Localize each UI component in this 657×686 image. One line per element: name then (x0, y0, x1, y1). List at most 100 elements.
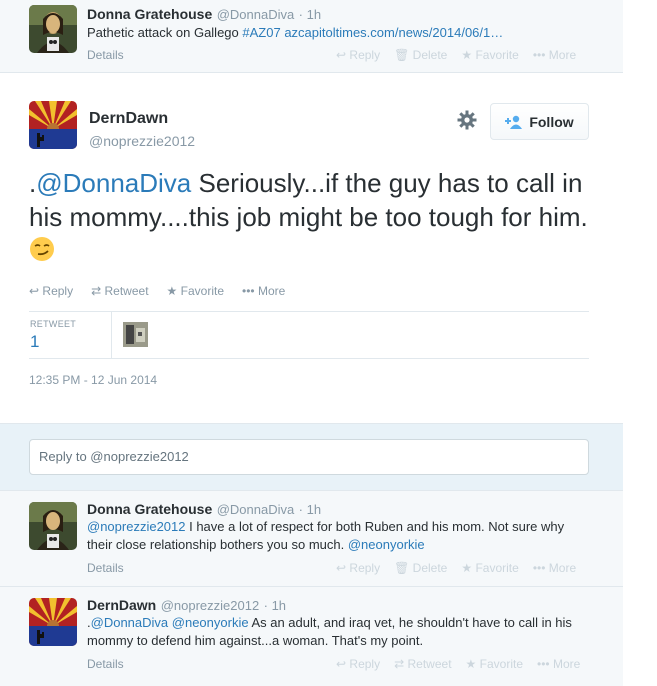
mention-link[interactable]: @neonyorkie (172, 615, 249, 630)
more-label: More (257, 284, 286, 298)
favorite-action[interactable]: ★ Favorite (461, 561, 518, 575)
author-screen-name[interactable]: @DonnaDiva (217, 7, 295, 22)
star-icon: ★ (461, 561, 473, 575)
ellipsis-icon: ••• (532, 561, 546, 575)
tweet-text: @noprezzie2012 I have a lot of respect f… (87, 518, 587, 554)
star-icon: ★ (461, 48, 473, 62)
delete-label: Delete (412, 48, 448, 62)
tweet-actions: ↩ Reply 🗑 Delete ★ Favorite ••• More (336, 561, 576, 575)
add-user-icon (505, 115, 523, 129)
reply-input[interactable]: Reply to @noprezzie2012 (29, 439, 589, 475)
retweet-label: Retweet (407, 657, 452, 671)
reply-tweet[interactable]: DernDawn @noprezzie2012 · 1h .@DonnaDiva… (0, 587, 623, 686)
more-label: More (548, 48, 577, 62)
donna-avatar[interactable] (29, 502, 77, 550)
more-action[interactable]: ••• More (533, 561, 576, 575)
reply-icon: ↩ (336, 657, 347, 671)
retweet-icon: ⇄ (91, 284, 102, 298)
donna-avatar[interactable] (29, 5, 77, 53)
reply-action[interactable]: ↩ Reply (336, 48, 380, 62)
star-icon: ★ (166, 284, 178, 298)
retweet-action[interactable]: ⇄ Retweet (394, 657, 451, 671)
smirk-face-icon (30, 237, 54, 262)
retweeter-avatar[interactable] (123, 322, 148, 347)
reply-action[interactable]: ↩ Reply (336, 657, 380, 671)
ellipsis-icon: ••• (242, 284, 255, 298)
tweet-actions: ↩ Reply ⇄ Retweet ★ Favorite ••• More (29, 284, 285, 298)
tweet-actions: ↩ Reply 🗑 Delete ★ Favorite ••• More (336, 48, 576, 62)
trash-icon: 🗑 (394, 561, 410, 575)
retweet-count: 1 (30, 332, 40, 351)
gear-button[interactable] (457, 110, 477, 135)
parent-tweet[interactable]: Donna Gratehouse @DonnaDiva · 1h Patheti… (0, 0, 623, 73)
details-link[interactable]: Details (87, 561, 124, 575)
retweet-stat[interactable]: RETWEET 1 (29, 312, 112, 358)
reply-tweet[interactable]: Donna Gratehouse @DonnaDiva · 1h @noprez… (0, 491, 623, 587)
reply-label: Reply (349, 561, 381, 575)
delete-action[interactable]: 🗑 Delete (394, 48, 447, 62)
retweet-icon: ⇄ (394, 657, 405, 671)
trash-icon: 🗑 (394, 48, 410, 62)
retweet-stat-label: RETWEET (30, 319, 77, 329)
author-screen-name[interactable]: @noprezzie2012 (89, 133, 195, 149)
hashtag-link[interactable]: #AZ07 (242, 25, 280, 40)
author-name[interactable]: Donna Gratehouse (87, 501, 212, 517)
reply-icon: ↩ (29, 284, 40, 298)
reply-label: Reply (42, 284, 74, 298)
reply-action[interactable]: ↩ Reply (336, 561, 380, 575)
delete-action[interactable]: 🗑 Delete (394, 561, 447, 575)
delete-label: Delete (412, 561, 448, 575)
more-label: More (548, 561, 577, 575)
favorite-label: Favorite (475, 561, 519, 575)
favorite-label: Favorite (475, 48, 519, 62)
tweet-thread: Donna Gratehouse @DonnaDiva · 1h Patheti… (0, 0, 623, 686)
retweet-action[interactable]: ⇄ Retweet (91, 284, 148, 298)
url-link[interactable]: azcapitoltimes.com/news/2014/06/1… (284, 25, 503, 40)
smirk-emoji (29, 236, 55, 270)
tweet-actions: ↩ Reply ⇄ Retweet ★ Favorite ••• More (336, 657, 580, 671)
derndawn-avatar[interactable] (29, 101, 77, 149)
favorite-label: Favorite (479, 657, 523, 671)
tweet-text: .@DonnaDiva @neonyorkie As an adult, and… (87, 614, 592, 650)
tweet-stats: RETWEET 1 (29, 311, 589, 359)
ellipsis-icon: ••• (532, 48, 546, 62)
details-link[interactable]: Details (87, 48, 124, 62)
favorite-action[interactable]: ★ Favorite (466, 657, 523, 671)
derndawn-avatar[interactable] (29, 598, 77, 646)
reply-icon: ↩ (336, 48, 347, 62)
mention-link[interactable]: @neonyorkie (348, 537, 425, 552)
author-screen-name[interactable]: @noprezzie2012 (161, 598, 259, 613)
more-label: More (552, 657, 581, 671)
author-screen-name[interactable]: @DonnaDiva (217, 502, 295, 517)
page-margin (623, 0, 657, 686)
mention-link[interactable]: @noprezzie2012 (87, 519, 185, 534)
details-link[interactable]: Details (87, 657, 124, 671)
tweet-time[interactable]: · 1h (264, 598, 286, 613)
more-action[interactable]: ••• More (533, 48, 576, 62)
author-name[interactable]: DernDawn (89, 110, 168, 128)
mention-link[interactable]: @DonnaDiva (91, 615, 169, 630)
reply-box-area: Reply to @noprezzie2012 (0, 423, 623, 491)
star-icon: ★ (465, 657, 477, 671)
follow-button[interactable]: Follow (490, 103, 589, 140)
tweet-text-body: Pathetic attack on Gallego (87, 25, 243, 40)
reply-label: Reply (349, 657, 381, 671)
author-name[interactable]: DernDawn (87, 597, 156, 613)
favorite-action[interactable]: ★ Favorite (461, 48, 518, 62)
reply-icon: ↩ (336, 561, 347, 575)
gear-icon (457, 110, 477, 130)
more-action[interactable]: ••• More (242, 284, 285, 298)
author-name[interactable]: Donna Gratehouse (87, 6, 212, 22)
retweet-label: Retweet (104, 284, 149, 298)
tweet-text: .@DonnaDiva Seriously...if the guy has t… (29, 166, 589, 270)
tweet-timestamp[interactable]: 12:35 PM - 12 Jun 2014 (29, 373, 157, 387)
favorite-label: Favorite (180, 284, 224, 298)
tweet-text: Pathetic attack on Gallego #AZ07 azcapit… (87, 24, 503, 42)
favorite-action[interactable]: ★ Favorite (167, 284, 224, 298)
tweet-time[interactable]: · 1h (299, 7, 321, 22)
mention-link[interactable]: @DonnaDiva (36, 168, 191, 198)
follow-label: Follow (529, 113, 574, 130)
tweet-time[interactable]: · 1h (299, 502, 321, 517)
reply-action[interactable]: ↩ Reply (29, 284, 73, 298)
more-action[interactable]: ••• More (537, 657, 580, 671)
